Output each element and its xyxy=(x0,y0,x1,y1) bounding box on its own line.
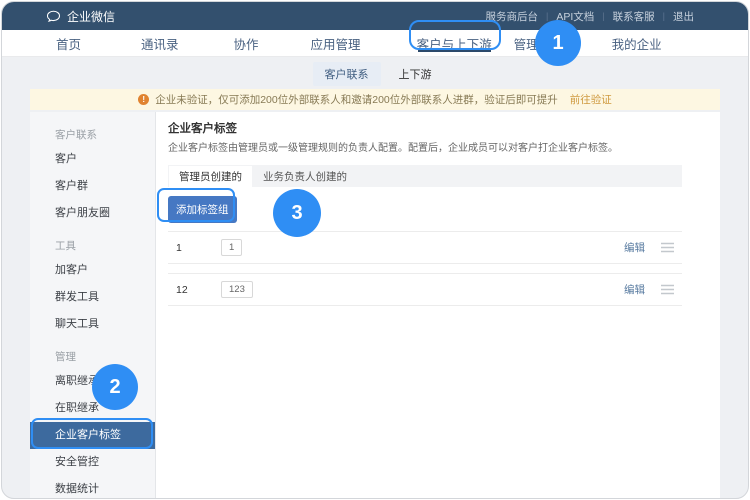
link-separator: | xyxy=(546,11,548,21)
sidebar-item-customers[interactable]: 客户 xyxy=(30,146,155,173)
tag-group-row: 1 1 编辑 xyxy=(168,231,682,264)
add-tag-group-button[interactable]: 添加标签组 xyxy=(168,196,237,223)
annotation-step-1-badge: 1 xyxy=(535,20,581,66)
sidebar-item-chat-tool[interactable]: 聊天工具 xyxy=(30,311,155,338)
annotation-step-2-badge: 2 xyxy=(92,364,138,410)
drag-menu-icon[interactable] xyxy=(661,284,674,295)
tab-admin-created[interactable]: 管理员创建的 xyxy=(168,165,253,187)
topbar-links: 服务商后台 | API文档 | 联系客服 | 退出 xyxy=(486,9,694,24)
go-verify-link[interactable]: 前往验证 xyxy=(570,92,612,107)
subtabs: 客户联系 上下游 xyxy=(2,62,748,85)
wecom-logo-icon xyxy=(46,9,61,24)
sidebar-section-tools: 工具 xyxy=(30,227,155,257)
logo-text: 企业微信 xyxy=(67,8,115,25)
sidebar-item-data-statistics[interactable]: 数据统计 xyxy=(30,476,155,499)
link-separator: | xyxy=(602,11,604,21)
sidebar: 客户联系 客户 客户群 客户朋友圈 工具 加客户 群发工具 聊天工具 管理 离职… xyxy=(30,112,156,499)
wecom-logo: 企业微信 xyxy=(46,8,115,25)
screenshot-frame: 企业微信 服务商后台 | API文档 | 联系客服 | 退出 首页 通讯录 协作… xyxy=(0,0,750,500)
sidebar-item-bulk-message-tool[interactable]: 群发工具 xyxy=(30,284,155,311)
tag-group-name: 12 xyxy=(176,284,221,296)
edit-link[interactable]: 编辑 xyxy=(624,240,645,255)
link-separator: | xyxy=(663,11,665,21)
edit-link[interactable]: 编辑 xyxy=(624,282,645,297)
tab-business-owner-created[interactable]: 业务负责人创建的 xyxy=(253,165,357,187)
sidebar-item-active-inheritance[interactable]: 在职继承 xyxy=(30,395,155,422)
nav-home[interactable]: 首页 xyxy=(56,30,81,56)
nav-customers-upstream-downstream[interactable]: 客户与上下游 xyxy=(417,30,492,56)
link-service-provider-console[interactable]: 服务商后台 xyxy=(486,9,539,24)
subtab-upstream-downstream[interactable]: 上下游 xyxy=(393,62,438,86)
sidebar-section-customer-contact: 客户联系 xyxy=(30,116,155,146)
sidebar-item-enterprise-customer-tags[interactable]: 企业客户标签 xyxy=(30,422,155,449)
nav-contacts[interactable]: 通讯录 xyxy=(141,30,179,56)
sidebar-item-customer-groups[interactable]: 客户群 xyxy=(30,173,155,200)
tag-group-row: 12 123 编辑 xyxy=(168,273,682,306)
page-title: 企业客户标签 xyxy=(168,120,682,138)
content-panel: 企业客户标签 企业客户标签由管理员或一级管理规则的负责人配置。配置后，企业成员可… xyxy=(156,112,720,499)
page-body: 客户联系 客户 客户群 客户朋友圈 工具 加客户 群发工具 聊天工具 管理 离职… xyxy=(30,112,720,499)
annotation-step-3-badge: 3 xyxy=(273,189,321,237)
tag-chip[interactable]: 1 xyxy=(221,239,242,256)
warning-icon: ! xyxy=(138,94,149,105)
sidebar-item-add-customers[interactable]: 加客户 xyxy=(30,257,155,284)
tag-group-list: 1 1 编辑 12 123 编辑 xyxy=(168,231,682,306)
nav-my-company[interactable]: 我的企业 xyxy=(612,30,662,56)
sidebar-section-management: 管理 xyxy=(30,338,155,368)
notice-text: 企业未验证，仅可添加200位外部联系人和邀请200位外部联系人进群，验证后即可提… xyxy=(155,92,558,107)
topbar: 企业微信 服务商后台 | API文档 | 联系客服 | 退出 xyxy=(2,2,748,30)
link-contact-support[interactable]: 联系客服 xyxy=(613,9,655,24)
main-nav: 首页 通讯录 协作 应用管理 客户与上下游 管理工具 我的企业 xyxy=(2,30,748,57)
sidebar-item-security-control[interactable]: 安全管控 xyxy=(30,449,155,476)
nav-collaboration[interactable]: 协作 xyxy=(234,30,259,56)
tag-chip[interactable]: 123 xyxy=(221,281,253,298)
link-logout[interactable]: 退出 xyxy=(673,9,694,24)
nav-app-management[interactable]: 应用管理 xyxy=(311,30,361,56)
verification-notice-bar: ! 企业未验证，仅可添加200位外部联系人和邀请200位外部联系人进群，验证后即… xyxy=(30,89,720,110)
wecom-admin-window: 企业微信 服务商后台 | API文档 | 联系客服 | 退出 首页 通讯录 协作… xyxy=(1,1,749,499)
sidebar-item-customer-moments[interactable]: 客户朋友圈 xyxy=(30,200,155,227)
content-tabs: 管理员创建的 业务负责人创建的 xyxy=(168,165,682,187)
subtab-customer-contact[interactable]: 客户联系 xyxy=(313,62,381,86)
tag-group-name: 1 xyxy=(176,242,221,254)
drag-menu-icon[interactable] xyxy=(661,242,674,253)
page-description: 企业客户标签由管理员或一级管理规则的负责人配置。配置后，企业成员可以对客户打企业… xyxy=(168,141,682,157)
